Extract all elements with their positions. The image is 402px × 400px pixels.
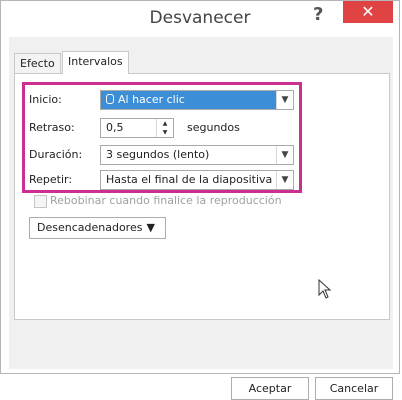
close-icon[interactable]: ✕ — [343, 1, 393, 23]
cancel-button[interactable]: Cancelar — [315, 377, 393, 400]
arrow-cursor-icon — [318, 279, 332, 299]
tab-intervalos[interactable]: Intervalos — [62, 51, 129, 74]
triggers-label: Desencadenadores — [37, 221, 143, 234]
dialog-body: Efecto Intervalos Inicio: Al hacer clic … — [9, 37, 393, 400]
rebobinar-checkbox[interactable] — [34, 195, 47, 208]
triggers-button[interactable]: Desencadenadores ▼ — [29, 217, 166, 239]
triangle-menu-icon: ▼ — [146, 221, 155, 234]
title-bar: Desvanecer ? ✕ — [1, 1, 399, 37]
accept-button[interactable]: Aceptar — [231, 377, 309, 400]
dialog-window: Desvanecer ? ✕ Efecto Intervalos Inicio:… — [0, 0, 400, 400]
highlight-frame — [22, 82, 302, 193]
help-icon[interactable]: ? — [313, 4, 323, 25]
rebobinar-label: Rebobinar cuando finalice la reproducció… — [50, 194, 282, 207]
dialog-title: Desvanecer — [149, 8, 251, 28]
tab-efecto[interactable]: Efecto — [14, 53, 61, 73]
